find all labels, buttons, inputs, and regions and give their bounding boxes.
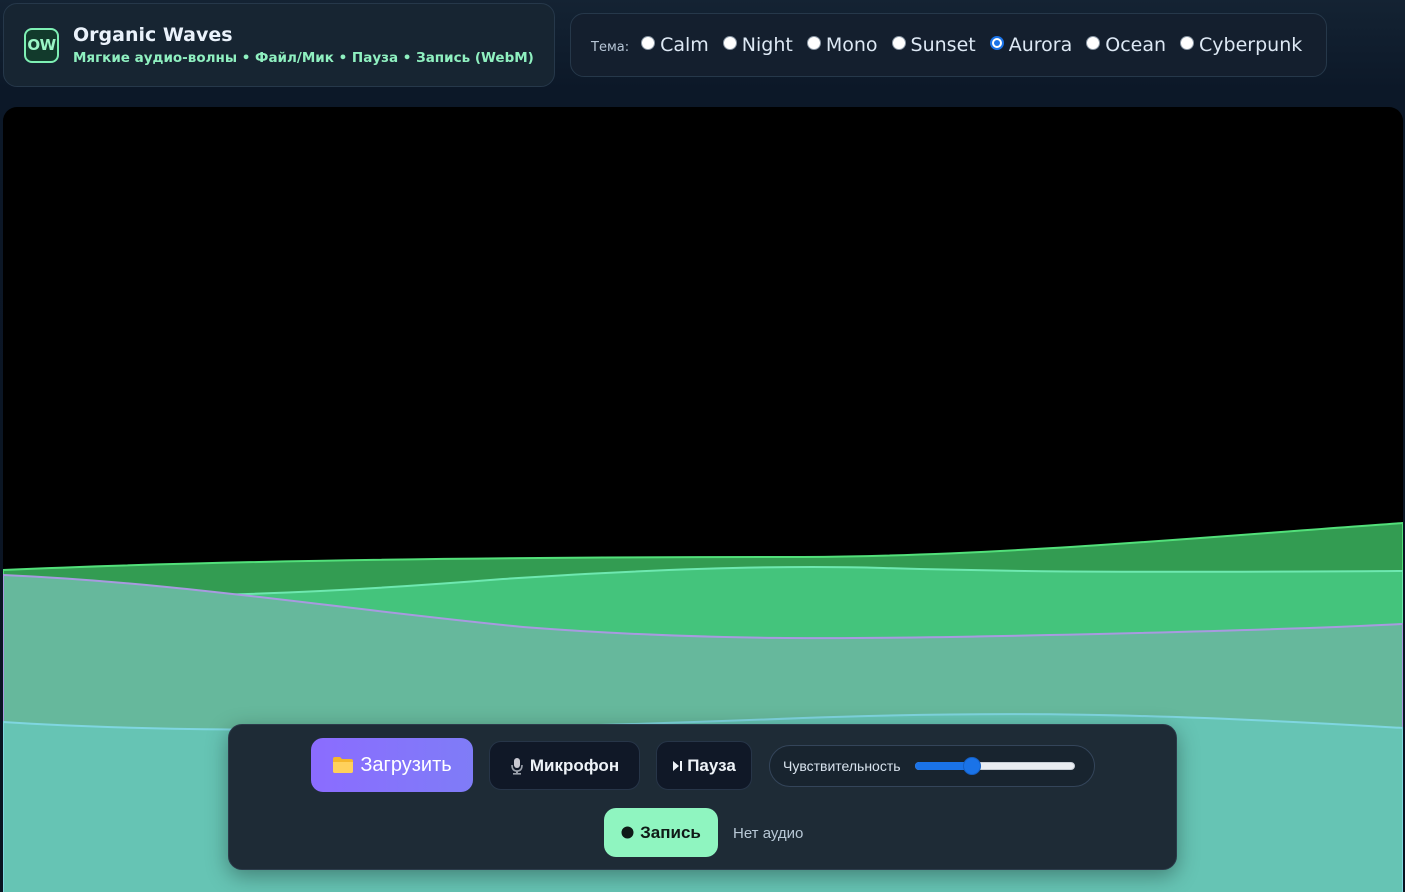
- theme-radio-mono[interactable]: [806, 36, 821, 50]
- brand-text: Organic Waves Мягкие аудио-волны • Файл/…: [73, 23, 534, 67]
- theme-name-cyberpunk: Cyberpunk: [1199, 34, 1303, 56]
- theme-radio-cyberpunk[interactable]: [1180, 36, 1195, 50]
- record-dot-icon: [621, 826, 634, 839]
- theme-option-sunset[interactable]: Sunset: [891, 34, 976, 56]
- app-logo: OW: [24, 27, 59, 63]
- sensitivity-label: Чувствительность: [783, 758, 901, 774]
- audio-status: Нет аудио: [733, 825, 804, 842]
- microphone-button[interactable]: Микрофон: [489, 741, 640, 790]
- theme-radio-calm[interactable]: [641, 36, 656, 50]
- theme-name-night: Night: [741, 34, 793, 56]
- theme-radio-night[interactable]: [722, 36, 737, 50]
- upload-button-label: Загрузить: [360, 753, 452, 776]
- sensitivity-slider[interactable]: [914, 756, 1075, 776]
- theme-option-aurora[interactable]: Aurora: [989, 34, 1073, 56]
- brand-card: OW Organic Waves Мягкие аудио-волны • Фа…: [3, 3, 555, 87]
- microphone-icon: [510, 757, 524, 775]
- play-pause-icon: [672, 759, 684, 773]
- pause-button[interactable]: Пауза: [656, 741, 752, 790]
- control-panel: Загрузить Микрофон Пауза Чувствительност…: [228, 724, 1177, 870]
- theme-name-mono: Mono: [825, 34, 878, 56]
- sensitivity-control: Чувствительность: [769, 745, 1095, 787]
- theme-name-aurora: Aurora: [1008, 34, 1073, 56]
- slider-thumb[interactable]: [963, 757, 982, 775]
- pause-button-label: Пауза: [687, 755, 736, 775]
- record-button[interactable]: Запись: [604, 808, 718, 857]
- record-button-label: Запись: [640, 822, 701, 842]
- theme-option-cyberpunk[interactable]: Cyberpunk: [1180, 34, 1302, 56]
- theme-radio-ocean[interactable]: [1086, 36, 1101, 50]
- theme-radio-aurora[interactable]: [989, 36, 1004, 50]
- theme-label: Тема:: [591, 39, 630, 55]
- microphone-button-label: Микрофон: [529, 755, 620, 775]
- theme-selector: Тема: Calm Night Mono Sunset Aurora Ocea…: [570, 13, 1327, 77]
- theme-name-calm: Calm: [660, 34, 709, 56]
- theme-option-night[interactable]: Night: [722, 34, 793, 56]
- folder-icon: [332, 756, 354, 774]
- theme-name-ocean: Ocean: [1105, 34, 1167, 56]
- app-subtitle: Мягкие аудио-волны • Файл/Мик • Пауза • …: [73, 50, 534, 66]
- theme-name-sunset: Sunset: [910, 34, 976, 56]
- upload-button[interactable]: Загрузить: [311, 738, 473, 792]
- app-title: Organic Waves: [73, 24, 233, 46]
- theme-radio-sunset[interactable]: [891, 36, 906, 50]
- theme-option-calm[interactable]: Calm: [641, 34, 709, 56]
- theme-option-mono[interactable]: Mono: [806, 34, 878, 56]
- theme-option-ocean[interactable]: Ocean: [1086, 34, 1166, 56]
